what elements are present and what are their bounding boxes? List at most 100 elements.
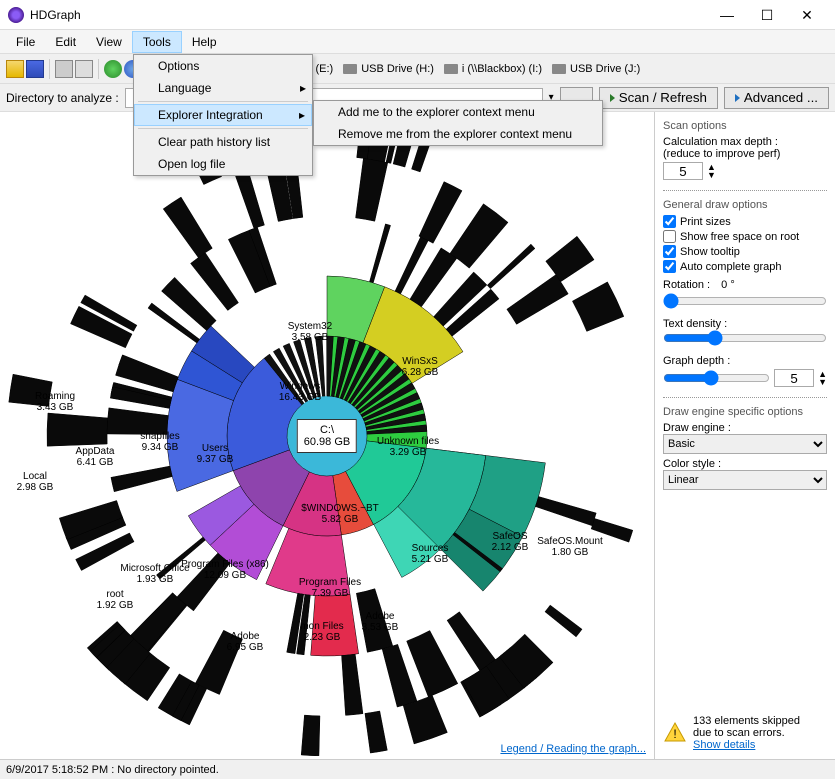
drive-button[interactable]: i (\\Blackbox) (I:): [440, 61, 546, 77]
maximize-button[interactable]: ☐: [747, 1, 787, 29]
svg-text:!: !: [673, 727, 676, 741]
spinner-icon[interactable]: ▲▼: [707, 163, 716, 179]
sunburst-segment[interactable]: [487, 244, 535, 289]
draw-engine-select[interactable]: Basic: [663, 434, 827, 454]
spinner-icon[interactable]: ▲▼: [818, 370, 827, 386]
graph-depth-input[interactable]: [774, 369, 814, 387]
dd-options[interactable]: Options: [134, 55, 312, 77]
close-button[interactable]: ✕: [787, 1, 827, 29]
center-name: C:\: [304, 424, 350, 436]
sunburst-segment[interactable]: [572, 281, 623, 331]
cb-auto-complete[interactable]: [663, 260, 676, 273]
sunburst-segment[interactable]: [342, 654, 363, 715]
sunburst-segment[interactable]: [47, 413, 108, 446]
sunburst-segment[interactable]: [447, 611, 495, 670]
dd-explorer-integration[interactable]: Explorer Integration▸: [134, 104, 312, 126]
sunburst-segment[interactable]: [9, 374, 52, 406]
chevron-right-icon: ▸: [299, 108, 305, 122]
dd-add-context[interactable]: Add me to the explorer context menu: [314, 101, 602, 123]
sunburst-segment[interactable]: [450, 203, 508, 267]
calc-depth-input[interactable]: [663, 162, 703, 180]
draw-options-title: General draw options: [663, 199, 827, 211]
sunburst-segment[interactable]: [107, 407, 168, 434]
open-icon[interactable]: [6, 60, 24, 78]
sunburst-segment[interactable]: [535, 496, 596, 525]
dd-open-log[interactable]: Open log file: [134, 153, 312, 175]
menu-view[interactable]: View: [86, 32, 132, 52]
sunburst-segment[interactable]: [131, 592, 186, 650]
drive-button[interactable]: USB Drive (J:): [548, 61, 644, 77]
warning-box: ! 133 elements skipped due to scan error…: [663, 715, 827, 751]
save-icon[interactable]: [26, 60, 44, 78]
minimize-button[interactable]: —: [707, 1, 747, 29]
lbl-auto-complete: Auto complete graph: [680, 261, 827, 273]
sunburst-segment[interactable]: [407, 630, 458, 696]
drive-icon: [444, 64, 458, 74]
graph-depth-slider[interactable]: [663, 370, 770, 386]
print-icon[interactable]: [55, 60, 73, 78]
sunburst-segment[interactable]: [111, 466, 172, 492]
sunburst-segment[interactable]: [356, 158, 388, 221]
sunburst-segment[interactable]: [545, 605, 582, 637]
window-title: HDGraph: [30, 8, 707, 22]
sunburst-segment[interactable]: [266, 528, 350, 596]
tools-dropdown: Options Language▸ Explorer Integration▸ …: [133, 54, 313, 176]
drive-label: i (\\Blackbox) (I:): [462, 63, 542, 75]
sunburst-segment[interactable]: [177, 553, 230, 611]
dd-language[interactable]: Language▸: [134, 77, 312, 99]
legend-link[interactable]: Legend / Reading the graph...: [500, 743, 646, 755]
menu-help[interactable]: Help: [182, 32, 227, 52]
color-style-select[interactable]: Linear: [663, 470, 827, 490]
dd-language-label: Language: [158, 81, 211, 95]
sunburst-segment[interactable]: [156, 537, 205, 579]
menu-edit[interactable]: Edit: [45, 32, 86, 52]
lbl-print-sizes: Print sizes: [680, 216, 827, 228]
color-style-label: Color style :: [663, 458, 827, 470]
rotation-slider[interactable]: [663, 293, 827, 309]
sunburst-segment[interactable]: [234, 167, 264, 228]
text-density-slider[interactable]: [663, 330, 827, 346]
lbl-show-tooltip: Show tooltip: [680, 246, 827, 258]
sunburst-segment[interactable]: [365, 710, 387, 752]
menu-tools[interactable]: Tools: [132, 31, 182, 53]
cb-show-tooltip[interactable]: [663, 245, 676, 258]
warn-link[interactable]: Show details: [693, 739, 755, 751]
rotation-label: Rotation :: [663, 279, 710, 291]
sunburst-segment[interactable]: [301, 715, 320, 756]
menu-file[interactable]: File: [6, 32, 45, 52]
drive-label: USB Drive (H:): [361, 63, 434, 75]
dd-clear-path[interactable]: Clear path history list: [134, 131, 312, 153]
refresh-icon[interactable]: [104, 60, 122, 78]
sunburst-segment[interactable]: [370, 223, 391, 282]
dd-remove-context[interactable]: Remove me from the explorer context menu: [314, 123, 602, 145]
sunburst-segment[interactable]: [507, 274, 568, 324]
scan-button[interactable]: Scan / Refresh: [599, 87, 718, 109]
sunburst-segment[interactable]: [546, 236, 594, 281]
draw-engine-label: Draw engine :: [663, 422, 827, 434]
sunburst-segment[interactable]: [163, 197, 212, 258]
engine-title: Draw engine specific options: [663, 406, 827, 418]
cb-show-free[interactable]: [663, 230, 676, 243]
center-size: 60.98 GB: [304, 436, 350, 448]
sunburst-segment[interactable]: [591, 518, 633, 542]
text-density-label: Text density :: [663, 318, 827, 330]
sunburst-segment[interactable]: [356, 588, 392, 652]
preview-icon[interactable]: [75, 60, 93, 78]
engine-group: Draw engine specific options Draw engine…: [663, 406, 827, 498]
dd-sep: [138, 128, 308, 129]
advanced-button[interactable]: Advanced ...: [724, 87, 829, 109]
sunburst-segment[interactable]: [311, 594, 359, 656]
path-label: Directory to analyze :: [6, 91, 119, 105]
graph-area[interactable]: C:\ 60.98 GB Windows16.43 GBUsers9.37 GB…: [0, 112, 655, 759]
adv-arrow-icon: [735, 94, 740, 102]
drive-button[interactable]: USB Drive (H:): [339, 61, 438, 77]
sunburst-segment[interactable]: [419, 181, 462, 243]
warn-line1: 133 elements skipped: [693, 715, 800, 727]
cb-print-sizes[interactable]: [663, 215, 676, 228]
toolbar: System (C:)USB Drive (E:)USB Drive (H:)i…: [0, 54, 835, 84]
draw-options-group: General draw options Print sizes Show fr…: [663, 199, 827, 398]
statusbar: 6/9/2017 5:18:52 PM : No directory point…: [0, 759, 835, 779]
sep: [98, 59, 99, 79]
warn-line2: due to scan errors.: [693, 727, 800, 739]
sunburst-segment[interactable]: [195, 630, 242, 694]
